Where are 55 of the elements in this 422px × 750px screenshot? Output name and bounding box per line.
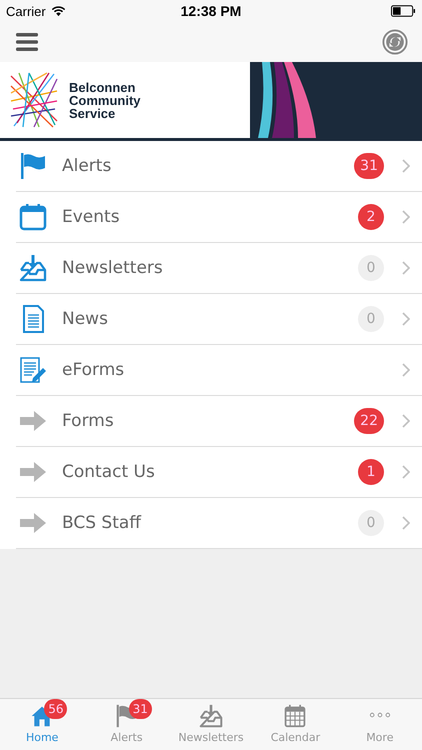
- count-badge: 0: [358, 255, 384, 281]
- more-icon: [368, 711, 391, 719]
- count-badge: 0: [358, 510, 384, 536]
- chevron-icon: [402, 210, 410, 224]
- menu-row[interactable]: Contact Us 1: [16, 447, 422, 498]
- carrier-name: Carrier: [6, 4, 46, 18]
- battery-icon: [390, 5, 416, 17]
- count-badge: 56: [44, 699, 68, 719]
- form-icon: [19, 356, 47, 384]
- logo-drawing: [9, 71, 59, 129]
- organization-name: Belconnen Community Service: [69, 80, 142, 120]
- menu-label: BCS Staff: [62, 513, 142, 533]
- calendar-icon: [19, 203, 47, 231]
- menu-label: News: [62, 309, 109, 329]
- count-badge: 31: [354, 153, 384, 179]
- count-badge: 2: [358, 204, 384, 230]
- menu-label: Forms: [62, 411, 115, 431]
- chevron-icon: [402, 465, 410, 479]
- wifi-icon: [50, 6, 66, 16]
- menu-icon[interactable]: [16, 32, 38, 52]
- calendar-icon: [283, 704, 308, 728]
- refresh-icon[interactable]: [382, 29, 408, 55]
- tab-label: Alerts: [110, 731, 143, 744]
- tab-label: Home: [26, 731, 58, 744]
- menu-label: Alerts: [62, 156, 112, 176]
- inbox-icon: [199, 704, 224, 728]
- inbox-icon: [19, 254, 47, 282]
- menu-label: Events: [62, 207, 121, 227]
- menu-label: Newsletters: [62, 258, 164, 278]
- count-badge: 0: [358, 306, 384, 332]
- clock-time: 12:38 PM: [180, 3, 242, 19]
- menu-label: eForms: [62, 360, 126, 380]
- chevron-icon: [402, 516, 410, 530]
- menu-row[interactable]: BCS Staff 0: [16, 498, 422, 549]
- menu-label: Contact Us: [62, 462, 156, 482]
- tab-item[interactable]: 31 Alerts: [84, 699, 169, 750]
- flag-icon: [19, 152, 47, 180]
- tab-item[interactable]: 56 Home: [0, 699, 84, 750]
- count-badge: 1: [358, 459, 384, 485]
- menu-row[interactable]: Forms 22: [16, 396, 422, 447]
- chevron-icon: [402, 312, 410, 326]
- tab-label: More: [366, 731, 394, 744]
- menu-row[interactable]: Alerts 31: [16, 141, 422, 192]
- menu-row[interactable]: Events 2: [16, 192, 422, 243]
- chevron-icon: [402, 414, 410, 428]
- tab-label: Newsletters: [178, 731, 244, 744]
- chevron-icon: [402, 363, 410, 377]
- count-badge: 31: [128, 699, 152, 719]
- tab-label: Calendar: [270, 731, 320, 744]
- chevron-icon: [402, 159, 410, 173]
- menu-row[interactable]: News 0: [16, 294, 422, 345]
- menu-row[interactable]: Newsletters 0: [16, 243, 422, 294]
- count-badge: 22: [354, 408, 384, 434]
- chevron-icon: [402, 261, 410, 275]
- menu-row[interactable]: eForms: [16, 345, 422, 396]
